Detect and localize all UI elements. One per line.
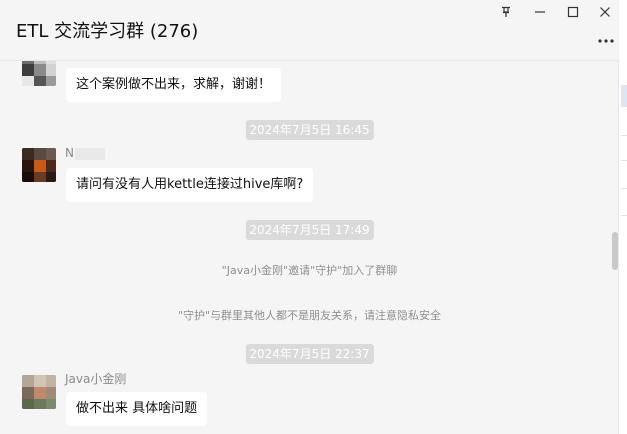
maximize-icon — [567, 6, 579, 18]
pin-button[interactable] — [495, 2, 517, 22]
message-list[interactable]: 这个案例做不出来，求解，谢谢！ 2024年7月5日 16:45 N 请问有没有人… — [0, 61, 619, 434]
message-bubble[interactable]: 请问有没有人用kettle连接过hive库啊? — [66, 168, 314, 202]
timestamp: 2024年7月5日 16:45 — [245, 120, 374, 140]
avatar[interactable] — [22, 375, 56, 409]
more-icon — [598, 28, 614, 47]
timestamp: 2024年7月5日 17:49 — [245, 220, 374, 240]
sender-name: Java小金刚 — [65, 372, 127, 386]
timestamp: 2024年7月5日 22:37 — [245, 344, 374, 364]
divider — [621, 135, 627, 136]
message-bubble[interactable]: 这个案例做不出来，求解，谢谢！ — [66, 68, 282, 102]
system-notice: "Java小金刚"邀请"守护"加入了群聊 — [221, 264, 398, 277]
minimize-button[interactable] — [529, 2, 551, 22]
avatar[interactable] — [22, 61, 56, 86]
chat-title: ETL 交流学习群 (276) — [16, 21, 199, 42]
side-panel-edge — [618, 0, 627, 434]
sender-name: N — [65, 146, 74, 160]
close-icon — [599, 6, 611, 18]
pin-icon — [500, 6, 512, 18]
system-notice: "守护"与群里其他人都不是朋友关系，请注意隐私安全 — [177, 309, 442, 322]
redacted-name-block — [75, 148, 105, 160]
minimize-icon — [534, 6, 546, 18]
avatar[interactable] — [22, 148, 56, 182]
title-bar: ETL 交流学习群 (276) — [0, 0, 619, 61]
message-bubble[interactable]: 做不出来 具体啥问题 — [66, 392, 208, 426]
more-button[interactable] — [596, 32, 616, 43]
divider — [621, 160, 627, 161]
scrollbar[interactable] — [612, 232, 618, 270]
chat-window: ETL 交流学习群 (276) 这个案例做不出来，求解，谢谢！ 2024年7月5… — [0, 0, 627, 434]
divider — [621, 215, 627, 216]
maximize-button[interactable] — [562, 2, 584, 22]
side-panel-highlight — [621, 85, 627, 107]
divider — [621, 188, 627, 189]
close-button[interactable] — [594, 2, 616, 22]
